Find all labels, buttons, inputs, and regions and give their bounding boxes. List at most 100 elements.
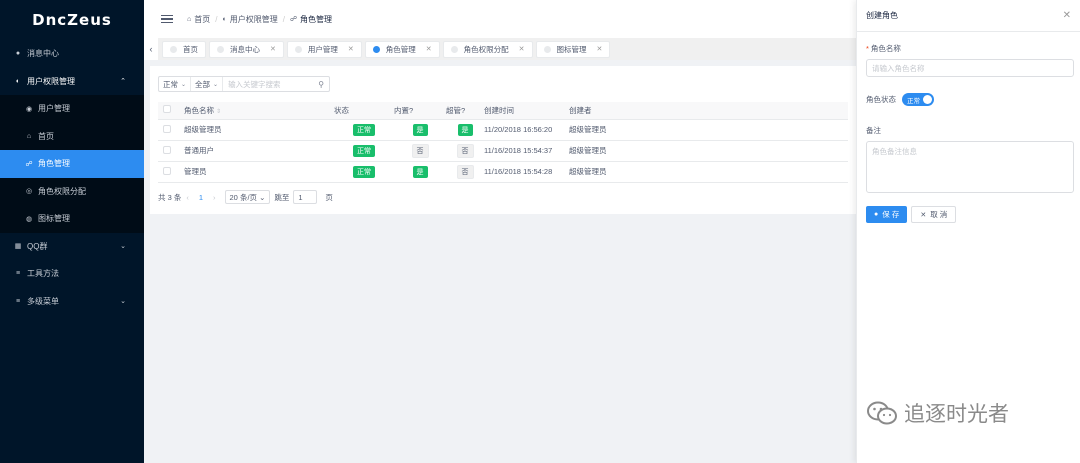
search-input[interactable]: 输入关键字搜索 ⚲ bbox=[223, 77, 329, 91]
app-logo[interactable]: DncZeus bbox=[0, 0, 144, 40]
page-unit-label: 页 bbox=[325, 192, 333, 202]
header-created: 创建时间 bbox=[484, 102, 569, 120]
close-icon[interactable]: ✕ bbox=[426, 45, 432, 53]
breadcrumb-parent[interactable]: 用户权限管理 bbox=[230, 14, 278, 25]
row-select-cell bbox=[158, 161, 184, 183]
toggle-knob bbox=[923, 95, 932, 104]
remark-textarea[interactable]: 角色备注信息 bbox=[866, 141, 1074, 193]
close-icon[interactable]: ✕ bbox=[597, 45, 603, 53]
sidebar-item-role-permission[interactable]: ◎ 角色权限分配 bbox=[0, 178, 144, 206]
row-checkbox[interactable] bbox=[163, 166, 171, 175]
header-name-label: 角色名称 bbox=[184, 105, 214, 115]
table-row[interactable]: 管理员 正常 是 否 11/16/2018 15:54:28 超级管理员 bbox=[158, 161, 848, 183]
sidebar-item-tools[interactable]: ≡ 工具方法 bbox=[0, 260, 144, 288]
cancel-button[interactable]: ✕ 取 消 bbox=[911, 206, 957, 223]
sidebar-item-user-management[interactable]: ◉ 用户管理 bbox=[0, 95, 144, 123]
select-all-cell bbox=[158, 102, 184, 120]
breadcrumb-home[interactable]: 首页 bbox=[194, 14, 210, 25]
sidebar-item-role-management[interactable]: ☍ 角色管理 bbox=[0, 150, 144, 178]
sidebar-item-qq-group[interactable]: ▦ QQ群 ⌄ bbox=[0, 233, 144, 261]
tab-dot-icon bbox=[294, 45, 302, 53]
top-header: ⌂ 首页 / ◐ 用户权限管理 / ☍ 角色管理 bbox=[144, 0, 856, 38]
watermark-text: 追逐时光者 bbox=[904, 402, 1009, 426]
sidebar-item-user-permissions[interactable]: ◐ 用户权限管理 ⌃ bbox=[0, 68, 144, 96]
user-icon: ◉ bbox=[25, 105, 33, 113]
page-item-current[interactable]: 1 bbox=[199, 193, 203, 202]
pagination: 共 3 条 ‹ 1 › 20 条/页 ⌄ 跳至 1 页 bbox=[158, 190, 333, 204]
cell-name: 管理员 bbox=[184, 161, 334, 183]
role-name-input[interactable]: 请输入角色名称 bbox=[866, 59, 1074, 77]
drawer-title: 创建角色 bbox=[866, 11, 898, 20]
role-status-toggle[interactable]: 正常 bbox=[902, 93, 934, 106]
grid-icon: ▦ bbox=[14, 243, 22, 251]
table-row[interactable]: 普通用户 正常 否 否 11/16/2018 15:54:37 超级管理员 bbox=[158, 140, 848, 162]
required-mark: * bbox=[866, 44, 869, 53]
tab-label: 用户管理 bbox=[307, 44, 338, 54]
cell-super: 是 bbox=[446, 119, 484, 141]
close-icon[interactable]: ✕ bbox=[270, 45, 276, 53]
select-all-checkbox[interactable] bbox=[163, 105, 171, 114]
chevron-left-icon[interactable]: ‹ bbox=[144, 38, 158, 60]
chevron-down-icon: ⌄ bbox=[120, 243, 126, 251]
scope-select-value: 全部 bbox=[195, 79, 211, 89]
remark-field: 备注 角色备注信息 bbox=[866, 125, 1074, 193]
menu-toggle-icon[interactable] bbox=[161, 13, 173, 26]
check-circle-icon: ● bbox=[874, 211, 879, 218]
cell-super: 否 bbox=[446, 140, 484, 162]
role-name-label-text: 角色名称 bbox=[870, 44, 901, 53]
next-page-icon[interactable]: › bbox=[213, 193, 216, 202]
status-select[interactable]: 正常 ⌄ bbox=[159, 77, 192, 91]
tab-dot-icon bbox=[450, 45, 458, 53]
header-status: 状态 bbox=[334, 102, 394, 120]
tab-messages[interactable]: 消息中心 ✕ bbox=[209, 40, 284, 58]
create-role-drawer: 创建角色 ✕ * 角色名称 请输入角色名称 角色状态 正常 备注 角色备注信息 ●… bbox=[856, 0, 1080, 463]
sidebar-item-label: 用户权限管理 bbox=[27, 76, 75, 86]
sidebar-item-multilevel-menu[interactable]: ≡ 多级菜单 ⌄ bbox=[0, 288, 144, 316]
prev-page-icon[interactable]: ‹ bbox=[186, 193, 189, 202]
sidebar-item-label: 角色权限分配 bbox=[38, 186, 86, 196]
status-badge: 正常 bbox=[353, 165, 375, 178]
wechat-logo-icon bbox=[867, 401, 897, 425]
tab-icon-management[interactable]: 图标管理 ✕ bbox=[535, 40, 611, 58]
people-icon: ☍ bbox=[289, 16, 298, 23]
cancel-button-label: 取 消 bbox=[930, 210, 948, 219]
close-icon[interactable]: ✕ bbox=[348, 45, 354, 53]
tab-role-permission[interactable]: 角色权限分配 ✕ bbox=[442, 40, 533, 58]
role-status-field: 角色状态 正常 bbox=[866, 93, 1074, 106]
row-select-cell bbox=[158, 119, 184, 141]
tab-dot-icon bbox=[170, 45, 177, 53]
close-icon[interactable]: ✕ bbox=[519, 45, 525, 53]
cell-creator: 超级管理员 bbox=[569, 161, 848, 183]
people-icon: ☍ bbox=[25, 160, 33, 168]
cell-builtin: 是 bbox=[394, 161, 446, 183]
tab-user-management[interactable]: 用户管理 ✕ bbox=[286, 40, 362, 58]
goto-input[interactable]: 1 bbox=[293, 190, 318, 204]
row-checkbox[interactable] bbox=[163, 124, 171, 133]
image-icon: ◍ bbox=[25, 215, 33, 223]
save-button[interactable]: ● 保 存 bbox=[866, 206, 908, 223]
scope-select[interactable]: 全部 ⌄ bbox=[191, 77, 224, 91]
sidebar-item-icon-management[interactable]: ◍ 图标管理 bbox=[0, 205, 144, 233]
header-name[interactable]: 角色名称 ⇕ bbox=[184, 102, 334, 120]
tab-dot-icon bbox=[217, 45, 224, 53]
chevron-down-icon: ⌄ bbox=[213, 81, 219, 88]
row-checkbox[interactable] bbox=[163, 145, 171, 154]
status-badge: 正常 bbox=[353, 123, 375, 136]
home-icon: ⌂ bbox=[187, 15, 192, 23]
tab-home[interactable]: 首页 bbox=[162, 40, 206, 58]
close-icon[interactable]: ✕ bbox=[1063, 10, 1071, 21]
role-name-field: * 角色名称 请输入角色名称 bbox=[866, 43, 1074, 77]
sort-icon[interactable]: ⇕ bbox=[216, 109, 221, 115]
page-size-select[interactable]: 20 条/页 ⌄ bbox=[224, 190, 271, 204]
sidebar-item-home[interactable]: ⌂ 首页 bbox=[0, 123, 144, 151]
table-row[interactable]: 超级管理员 正常 是 是 11/20/2018 16:56:20 超级管理员 bbox=[158, 119, 848, 141]
sidebar-item-messages[interactable]: ● 消息中心 bbox=[0, 40, 144, 68]
tab-label: 角色权限分配 bbox=[463, 44, 509, 54]
search-icon[interactable]: ⚲ bbox=[318, 80, 324, 89]
breadcrumb-separator: / bbox=[282, 14, 285, 24]
toggle-text: 正常 bbox=[907, 97, 920, 105]
super-badge: 是 bbox=[457, 123, 473, 136]
tab-role-management[interactable]: 角色管理 ✕ bbox=[364, 40, 440, 58]
super-badge: 否 bbox=[456, 164, 474, 179]
sidebar-item-label: QQ群 bbox=[27, 241, 48, 251]
